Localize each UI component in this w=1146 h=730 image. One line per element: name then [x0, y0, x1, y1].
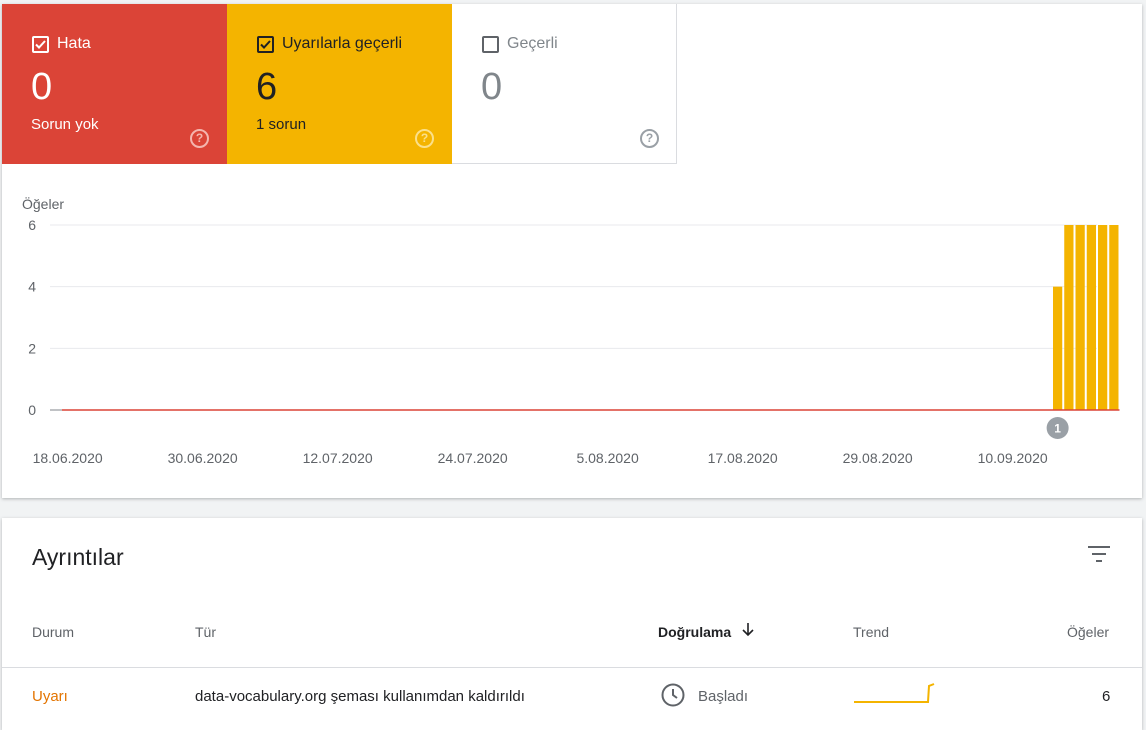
y-tick-label: 0	[28, 402, 36, 418]
row-status: Uyarı	[32, 688, 68, 705]
details-card: Ayrıntılar Durum Tür Doğrulama Trend Öğe…	[2, 518, 1142, 730]
divider	[2, 667, 1142, 668]
tile-count: 0	[481, 66, 503, 108]
x-tick-label: 5.08.2020	[576, 450, 638, 466]
checkbox-checked[interactable]	[32, 36, 49, 53]
tile-label: Hata	[57, 35, 91, 52]
column-header-items[interactable]: Öğeler	[1067, 624, 1109, 640]
row-items: 6	[1102, 688, 1111, 705]
annotation-label: 1	[1054, 422, 1061, 436]
y-tick-label: 6	[28, 217, 36, 233]
tile-valid-with-warnings[interactable]: Uyarılarla geçerli 6 1 sorun ?	[227, 4, 452, 164]
tile-errors[interactable]: Hata 0 Sorun yok ?	[2, 4, 227, 164]
tile-label: Geçerli	[507, 35, 558, 52]
bar	[1053, 286, 1063, 410]
x-tick-label: 12.07.2020	[303, 450, 373, 466]
bar	[1109, 225, 1119, 410]
bar	[1075, 225, 1085, 410]
checkbox-unchecked[interactable]	[482, 36, 499, 53]
x-tick-label: 17.08.2020	[708, 450, 778, 466]
column-header-status[interactable]: Durum	[32, 624, 74, 640]
checkbox-checked[interactable]	[257, 36, 274, 53]
y-tick-label: 2	[28, 340, 36, 356]
bar	[1064, 225, 1074, 410]
tile-count: 0	[31, 66, 53, 108]
details-title: Ayrıntılar	[32, 544, 124, 570]
filter-icon[interactable]	[1086, 544, 1112, 564]
column-header-validation[interactable]: Doğrulama	[658, 624, 731, 640]
arrow-down-icon[interactable]	[740, 621, 756, 639]
x-tick-label: 24.07.2020	[438, 450, 508, 466]
tile-subtitle: 1 sorun	[256, 116, 307, 133]
bar	[1086, 225, 1096, 410]
tile-count: 6	[256, 66, 278, 108]
row-type: data-vocabulary.org şeması kullanımdan k…	[195, 688, 525, 705]
column-header-type[interactable]: Tür	[195, 624, 216, 640]
help-circle-icon[interactable]: ?	[415, 129, 434, 148]
tile-valid[interactable]: Geçerli 0 ?	[452, 4, 677, 164]
tile-label: Uyarılarla geçerli	[282, 35, 403, 52]
y-tick-label: 4	[28, 279, 36, 295]
x-tick-label: 29.08.2020	[843, 450, 913, 466]
x-tick-label: 18.06.2020	[33, 450, 103, 466]
trend-sparkline	[854, 683, 935, 703]
bar	[1098, 225, 1108, 410]
tile-subtitle: Sorun yok	[31, 116, 99, 133]
y-axis-label: Öğeler	[22, 195, 64, 212]
x-tick-label: 30.06.2020	[168, 450, 238, 466]
help-circle-icon[interactable]: ?	[640, 129, 659, 148]
help-circle-icon[interactable]: ?	[190, 129, 209, 148]
column-header-trend[interactable]: Trend	[853, 624, 889, 640]
summary-card: Öğeler 0 2 4 6 18.06.2020 30.06.2020 12.07.2020…	[2, 4, 1142, 498]
x-tick-label: 10.09.2020	[978, 450, 1048, 466]
row-validation: Başladı	[698, 688, 749, 705]
clock-icon	[661, 683, 685, 707]
